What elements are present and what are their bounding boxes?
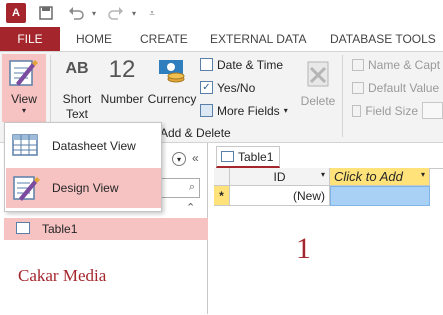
view-dropdown-menu: Datasheet View Design View — [4, 122, 162, 212]
table-icon — [221, 151, 234, 162]
number-icon: 12 — [108, 56, 136, 83]
field-size-icon — [352, 104, 362, 117]
delete-label: Delete — [300, 94, 336, 108]
more-fields-label: More Fields — [217, 103, 280, 118]
checkbox-icon: ✓ — [200, 81, 213, 94]
shutter-bar-icon[interactable]: « — [192, 151, 199, 165]
default-value-label: Default Value — [368, 80, 440, 95]
more-fields-button[interactable]: More Fields ▾ — [200, 102, 300, 119]
nav-item-label: Table1 — [42, 222, 78, 236]
more-fields-dropdown-icon: ▾ — [283, 106, 288, 115]
name-caption-button[interactable]: Name & Capt — [352, 56, 443, 73]
redo-icon[interactable] — [106, 3, 126, 23]
delete-button[interactable]: Delete — [298, 54, 338, 114]
column-dropdown-icon[interactable]: ▾ — [321, 170, 325, 179]
cell-click-to-add-new[interactable] — [330, 186, 430, 206]
save-icon[interactable] — [36, 3, 56, 23]
redo-dropdown-icon[interactable]: ▾ — [124, 3, 144, 23]
cell-id-new[interactable]: (New) — [230, 186, 330, 206]
field-size-control[interactable]: Field Size — [352, 102, 443, 119]
short-text-label-2: Text — [65, 107, 88, 121]
quick-access-toolbar: A ▾ ▾ ⩡ — [0, 0, 443, 27]
customize-icon[interactable]: ⩡ — [142, 3, 162, 23]
more-fields-icon — [200, 104, 213, 117]
view-label: View — [11, 92, 37, 106]
yes-no-label: Yes/No — [217, 80, 256, 95]
tab-home[interactable]: HOME — [76, 27, 112, 51]
view-icon — [8, 57, 38, 92]
currency-label: Currency — [147, 92, 197, 106]
date-time-label: Date & Time — [217, 57, 284, 72]
tab-external-data[interactable]: EXTERNAL DATA — [210, 27, 306, 51]
design-view-label: Design View — [52, 181, 119, 195]
column-header-label: ID — [273, 169, 286, 184]
view-button[interactable]: View ▾ — [2, 54, 46, 122]
short-text-button[interactable]: AB Short Text — [56, 54, 98, 124]
number-button[interactable]: 12 Number — [98, 54, 146, 114]
date-time-button[interactable]: Date & Time — [200, 56, 300, 73]
datasheet-view-icon — [12, 134, 38, 159]
row-selector-header[interactable] — [214, 168, 230, 186]
calendar-icon — [200, 58, 213, 71]
annotation-number: 1 — [296, 232, 311, 265]
ribbon-divider — [342, 55, 343, 137]
nav-menu-icon[interactable]: ▾ — [172, 152, 186, 166]
document-tab-table1[interactable]: Table1 — [216, 146, 280, 168]
document-tab-label: Table1 — [238, 149, 274, 164]
collapse-group-icon[interactable]: ⌃ — [186, 201, 195, 214]
field-size-input[interactable] — [422, 102, 443, 119]
tab-database-tools[interactable]: DATABASE TOOLS — [330, 27, 436, 51]
design-view-icon — [12, 174, 40, 205]
nav-item-table1[interactable]: Table1 — [4, 218, 208, 240]
field-size-label: Field Size — [365, 103, 418, 118]
column-dropdown-icon[interactable]: ▾ — [421, 170, 425, 179]
tab-create[interactable]: CREATE — [140, 27, 188, 51]
default-value-icon — [352, 81, 364, 94]
undo-dropdown-icon[interactable]: ▾ — [84, 3, 104, 23]
short-text-label-1: Short — [62, 92, 92, 106]
table-icon — [16, 222, 30, 234]
column-header-label: Click to Add — [334, 169, 403, 184]
currency-icon — [158, 57, 186, 88]
view-dropdown-icon: ▾ — [21, 106, 26, 115]
name-caption-icon — [352, 58, 364, 71]
watermark-text: Cakar Media — [18, 266, 107, 285]
group-label-add-delete: Add & Delete — [160, 126, 231, 140]
yes-no-button[interactable]: ✓ Yes/No — [200, 79, 300, 96]
delete-icon — [306, 60, 330, 91]
column-header-click-to-add[interactable]: Click to Add ▾ — [330, 168, 430, 186]
new-record-marker[interactable]: * — [214, 186, 230, 206]
menu-item-datasheet-view[interactable]: Datasheet View — [6, 126, 161, 166]
name-caption-label: Name & Capt — [368, 57, 441, 72]
undo-icon[interactable] — [66, 3, 86, 23]
currency-button[interactable]: Currency — [146, 54, 198, 114]
number-label: Number — [100, 92, 144, 106]
tab-file[interactable]: FILE — [0, 27, 60, 51]
search-icon: ⌕ — [188, 181, 195, 193]
short-text-icon: AB — [65, 60, 89, 77]
default-value-button[interactable]: Default Value — [352, 79, 443, 96]
access-logo-icon: A — [6, 3, 26, 23]
menu-item-design-view[interactable]: Design View — [6, 168, 161, 208]
column-header-id[interactable]: ID ▾ — [230, 168, 330, 186]
datasheet-view-label: Datasheet View — [52, 139, 136, 153]
